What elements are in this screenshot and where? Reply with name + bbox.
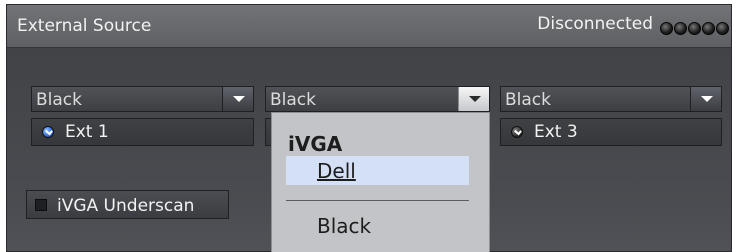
led-indicator-icon [688, 22, 701, 35]
chevron-down-icon[interactable] [458, 87, 489, 111]
menu-item-highlight[interactable] [286, 156, 469, 185]
source-1-dropdown[interactable]: Black [31, 86, 254, 112]
led-indicator-icon [716, 22, 729, 35]
menu-item-dell[interactable]: Dell [317, 159, 356, 183]
source-3-dropdown-value: Black [505, 90, 551, 110]
led-indicator-icon [660, 22, 673, 35]
ivga-underscan-toggle[interactable]: iVGA Underscan [26, 190, 229, 219]
connection-status: Disconnected [537, 14, 653, 34]
channel-ext-1-label: Ext 1 [65, 122, 109, 142]
source-1-dropdown-value: Black [36, 90, 82, 110]
channel-ext-3[interactable]: Ext 3 [500, 118, 722, 146]
panel-title: External Source [17, 16, 152, 36]
channel-ext-1[interactable]: Ext 1 [31, 118, 254, 146]
panel-header: External Source Disconnected [7, 5, 731, 48]
led-indicator-icon [702, 22, 715, 35]
source-2-dropdown-value: Black [270, 90, 316, 110]
source-2-dropdown[interactable]: Black [265, 86, 490, 112]
led-indicator-icon [674, 22, 687, 35]
checkbox-icon[interactable] [35, 199, 47, 211]
channel-ext-3-label: Ext 3 [534, 122, 578, 142]
chevron-down-icon[interactable] [222, 87, 253, 111]
radio-check-icon[interactable] [42, 126, 54, 138]
menu-item-black[interactable]: Black [317, 214, 371, 238]
source-2-dropdown-menu: iVGA Dell Black [271, 112, 490, 252]
chevron-down-icon[interactable] [690, 87, 721, 111]
ivga-underscan-label: iVGA Underscan [57, 196, 195, 216]
radio-check-icon[interactable] [511, 126, 523, 138]
menu-separator [286, 200, 469, 201]
status-indicators [660, 22, 729, 35]
source-3-dropdown[interactable]: Black [500, 86, 722, 112]
menu-group-header: iVGA [288, 132, 343, 156]
